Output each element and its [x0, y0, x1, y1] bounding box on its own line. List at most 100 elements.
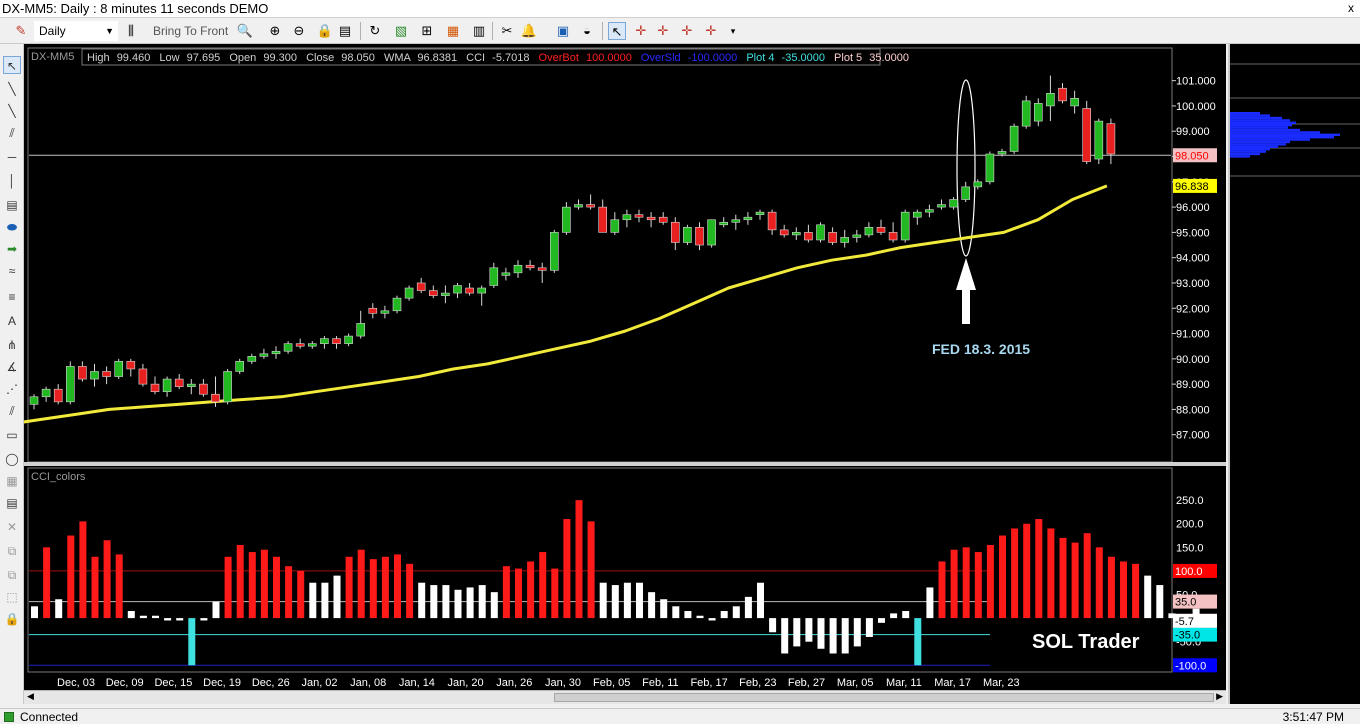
rectangle-tool-icon[interactable]: ▭ — [3, 426, 21, 444]
chart-canvas[interactable]: DX-MM5 High 99.460 Low 97.695 Open 99.30… — [5, 44, 1226, 690]
crosshair-4-icon[interactable]: ✛ — [702, 22, 720, 40]
x-tick-label: Jan, 20 — [448, 677, 484, 689]
paste-icon[interactable]: ⧉ — [3, 566, 21, 584]
cci-bar — [67, 535, 75, 619]
crosshair-3-icon[interactable]: ✛ — [678, 22, 696, 40]
panel-splitter[interactable] — [24, 462, 1226, 466]
candle-body — [29, 396, 39, 405]
color-bars-icon[interactable]: ▦ — [444, 22, 462, 40]
toolbar-more-icon[interactable]: ▾ — [724, 22, 742, 40]
text-tool-icon[interactable]: A — [3, 312, 21, 330]
status-bar: Connected 3:51:47 PM — [0, 708, 1360, 724]
chevron-down-icon: ▼ — [105, 26, 114, 36]
book-icon[interactable]: ▣ — [554, 22, 572, 40]
candle-body — [888, 232, 898, 241]
properties-icon[interactable]: ▤ — [3, 494, 21, 512]
zoom-in-icon[interactable]: ⊕ — [266, 22, 284, 40]
vertical-line-icon[interactable]: │ — [3, 172, 21, 190]
pointer-icon[interactable]: ↖ — [608, 22, 626, 40]
bring-to-front-button[interactable]: Bring To Front — [153, 21, 228, 41]
toolbar-separator — [492, 22, 493, 40]
page-icon[interactable]: ▤ — [336, 22, 354, 40]
crosshair-2-icon[interactable]: ✛ — [654, 22, 672, 40]
horizontal-scrollbar[interactable]: ◀ ▶ — [24, 690, 1226, 704]
candle-body — [53, 388, 63, 403]
zoom-icon[interactable]: 🔍 — [236, 22, 254, 40]
cci-tick-label: 150.0 — [1176, 542, 1204, 554]
ellipse-fill-icon[interactable]: ⬬ — [3, 218, 21, 236]
chart-window[interactable]: DX-MM5 High 99.460 Low 97.695 Open 99.30… — [5, 44, 1226, 704]
lock-icon[interactable]: 🔒 — [316, 22, 334, 40]
arrow-tool-icon[interactable]: ➡ — [3, 240, 21, 258]
ray-tool-icon[interactable]: ╲ — [3, 102, 21, 120]
bell-icon[interactable]: 🔔 — [520, 22, 538, 40]
x-tick-label: Jan, 26 — [496, 677, 532, 689]
select-area-icon[interactable]: ⬚ — [3, 588, 21, 606]
candle-body — [622, 214, 632, 221]
cci-bar — [273, 556, 280, 619]
candle-body — [501, 272, 511, 276]
candle-body — [1070, 98, 1079, 107]
refresh-icon[interactable]: ↻ — [366, 22, 384, 40]
delete-icon[interactable]: ✕ — [3, 518, 21, 536]
info-oversld-value: -100.0000 — [688, 52, 738, 64]
candle-body — [356, 323, 366, 337]
cci-bar — [902, 611, 910, 619]
cci-bar — [805, 618, 813, 642]
candle-body — [537, 267, 547, 271]
price-tick-label: 96.000 — [1176, 202, 1210, 214]
wave-tool-icon[interactable]: ≈ — [3, 262, 21, 280]
chart-icon[interactable]: ▧ — [392, 22, 410, 40]
price-tick-label: 90.000 — [1176, 354, 1210, 366]
parallel-icon[interactable]: ⫽ — [3, 402, 21, 420]
select-tool-icon[interactable]: ↖ — [3, 56, 21, 74]
scrollbar-thumb[interactable] — [554, 693, 1214, 702]
candle-body — [320, 338, 329, 344]
candle-body — [683, 227, 692, 243]
close-window-button[interactable]: x — [1344, 1, 1358, 15]
vp-bar — [1230, 131, 1320, 134]
zoom-out-icon[interactable]: ⊖ — [290, 22, 308, 40]
info-plot5-label: Plot 5 — [834, 52, 862, 64]
channel-tool-icon[interactable]: ⫽ — [3, 124, 21, 142]
horizontal-line-icon[interactable]: ─ — [3, 148, 21, 166]
candle-body — [259, 353, 269, 357]
candle-body — [332, 338, 341, 344]
candle-body — [961, 186, 971, 200]
vp-bar — [1230, 136, 1334, 139]
gann-icon[interactable]: ∡ — [3, 358, 21, 376]
cci-current-tag-label: -5.7 — [1175, 616, 1194, 628]
candle-body — [465, 287, 474, 294]
candle-body — [743, 216, 753, 221]
fib-tool-icon[interactable]: ≡ — [3, 288, 21, 306]
vp-bar — [1230, 148, 1270, 151]
network-icon[interactable]: ⊞ — [418, 22, 436, 40]
cci-bar — [878, 618, 885, 623]
candle-body — [876, 227, 886, 233]
candle-body — [41, 388, 51, 398]
pitchfork-icon[interactable]: ⋔ — [3, 336, 21, 354]
candle-body — [997, 151, 1007, 155]
candle-body — [441, 292, 450, 296]
pin-icon[interactable]: ✎ — [12, 22, 30, 40]
cci-bar — [176, 618, 184, 621]
line-tool-icon[interactable]: ╲ — [3, 80, 21, 98]
eraser-icon[interactable]: ◒ — [578, 22, 596, 40]
scroll-left-icon[interactable]: ◀ — [27, 691, 34, 702]
grid-icon[interactable]: ▥ — [470, 22, 488, 40]
period-select[interactable]: Daily ▼ — [34, 21, 118, 41]
x-tick-label: Dec, 26 — [252, 677, 290, 689]
ellipse-tool-icon[interactable]: ◯ — [3, 450, 21, 468]
layers-icon[interactable]: ▦ — [3, 472, 21, 490]
note-tool-icon[interactable]: ▤ — [3, 196, 21, 214]
vp-bar — [1230, 128, 1300, 132]
bar-type-icon[interactable]: ⫼ — [122, 22, 140, 40]
fan-icon[interactable]: ⋰ — [3, 380, 21, 398]
scroll-right-icon[interactable]: ▶ — [1216, 691, 1223, 702]
copy-icon[interactable]: ⧉ — [3, 542, 21, 560]
vp-bar — [1230, 121, 1296, 124]
crosshair-icon[interactable]: ✛ — [632, 22, 650, 40]
candle-body — [1033, 103, 1043, 122]
scissors-icon[interactable]: ✂ — [498, 22, 516, 40]
lock-drawings-icon[interactable]: 🔒 — [3, 610, 21, 628]
